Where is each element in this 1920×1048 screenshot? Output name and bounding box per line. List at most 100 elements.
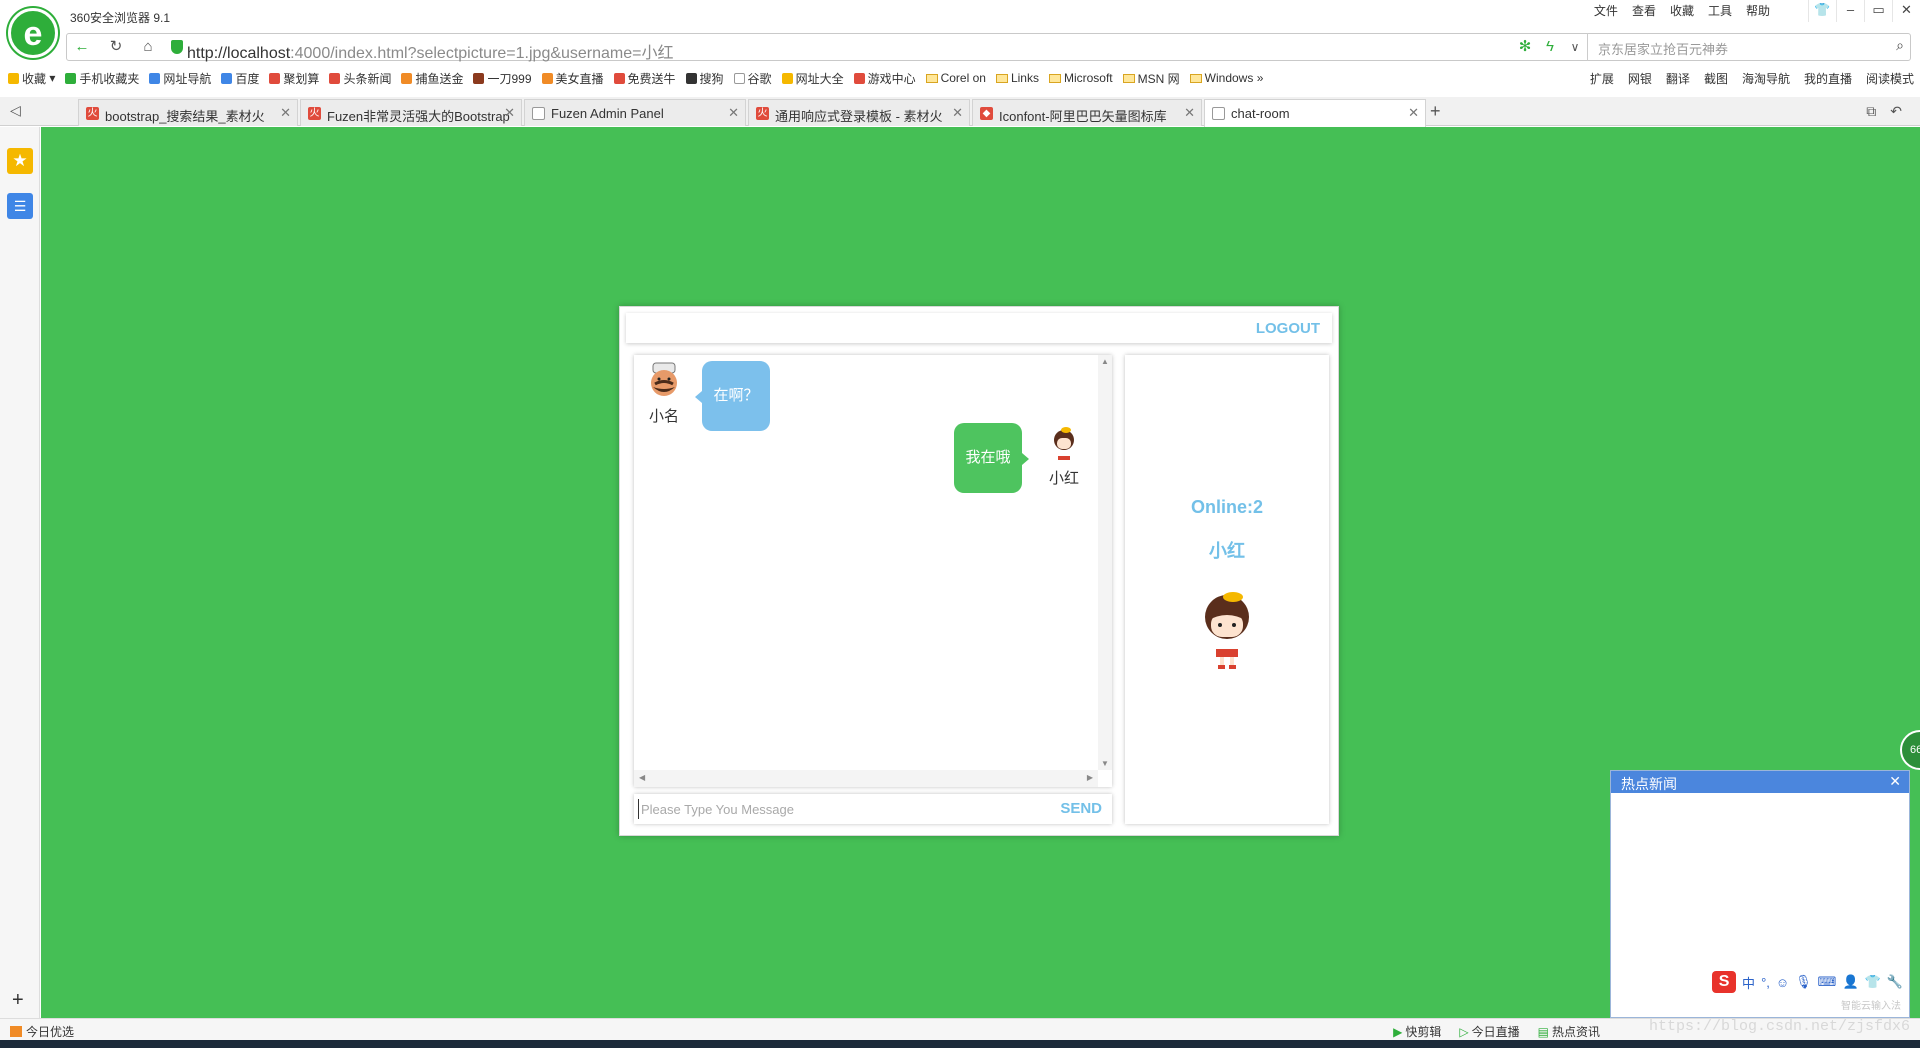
bookmark-item[interactable]: 游戏中心 [853, 70, 916, 87]
gift-icon [10, 1026, 22, 1037]
minimize-button[interactable]: – [1836, 0, 1864, 22]
close-window-button[interactable]: ✕ [1892, 0, 1920, 22]
tab-login-template[interactable]: 火通用响应式登录模板 - 素材火 ✕ [748, 99, 970, 126]
menu-file[interactable]: 文件 [1594, 4, 1618, 18]
bookmark-folder[interactable]: Links [995, 71, 1039, 85]
sender-name: 小红 [1048, 470, 1079, 487]
bank-button[interactable]: 网银 [1628, 70, 1652, 87]
url-field[interactable]: http://localhost:4000/index.html?selectp… [187, 39, 674, 63]
back-icon[interactable]: ← [71, 37, 93, 57]
skin-icon[interactable]: 👕 [1808, 0, 1836, 22]
hot-news-button[interactable]: ▤ 热点资讯 [1538, 1023, 1600, 1040]
scroll-up-icon[interactable]: ▲ [1101, 357, 1109, 366]
browser-logo-icon[interactable]: e [8, 8, 58, 58]
tab-iconfont[interactable]: ◆ Iconfont-阿里巴巴矢量图标库 ✕ [972, 99, 1202, 126]
bookmark-item[interactable]: 头条新闻 [329, 70, 391, 87]
scroll-left-icon[interactable]: ◀ [639, 773, 645, 782]
tab-close-icon[interactable]: ✕ [728, 105, 739, 121]
logout-button[interactable]: LOGOUT [1256, 320, 1320, 337]
emoji-icon[interactable]: ☺ [1776, 975, 1789, 990]
extensions-button[interactable]: 扩展 [1590, 70, 1614, 87]
bookmark-item[interactable]: 聚划算 [269, 70, 319, 87]
bookmark-folder[interactable]: Corel on [925, 71, 986, 85]
keyboard-icon[interactable]: ⌨ [1818, 974, 1837, 990]
bookmark-item[interactable]: 网址大全 [781, 70, 844, 87]
message-bubble: 在啊？ [695, 361, 770, 431]
bookmark-item[interactable]: 美女直播 [541, 70, 604, 87]
shopping-nav-button[interactable]: 海淘导航 [1742, 70, 1790, 87]
current-username: 小红 [1209, 541, 1245, 561]
chevron-down-icon[interactable]: ∨ [1564, 37, 1586, 57]
bookmark-item[interactable]: 百度 [221, 70, 259, 87]
home-icon[interactable]: ⌂ [137, 37, 159, 57]
status-deals[interactable]: 今日优选 [10, 1023, 74, 1040]
favicon-icon: 火 [308, 107, 321, 120]
bookmark-folder[interactable]: MSN 网 [1122, 70, 1180, 87]
bookmark-folder[interactable]: Microsoft [1048, 71, 1113, 85]
bookmark-item[interactable]: 免费送牛 [613, 70, 676, 87]
menu-favorites[interactable]: 收藏 [1670, 4, 1694, 18]
message-composer: SEND [634, 794, 1112, 824]
punctuation-icon[interactable]: °, [1761, 975, 1770, 990]
user-icon[interactable]: 👤 [1842, 974, 1858, 990]
reading-list-icon[interactable]: ☰ [7, 193, 33, 219]
maximize-button[interactable]: ▭ [1864, 0, 1892, 22]
undo-close-icon[interactable]: ↶ [1890, 103, 1902, 120]
lightning-icon[interactable]: ϟ [1539, 37, 1561, 57]
menu-tools[interactable]: 工具 [1708, 4, 1732, 18]
scroll-right-icon[interactable]: ▶ [1087, 773, 1093, 782]
vertical-scrollbar[interactable]: ▲ ▼ [1098, 355, 1112, 770]
favorites-star-icon[interactable]: ★ [7, 148, 33, 174]
tab-chat-room[interactable]: chat-room ✕ [1204, 99, 1426, 127]
bookmark-item[interactable]: 手机收藏夹 [65, 70, 139, 87]
tab-close-icon[interactable]: ✕ [952, 105, 963, 121]
close-icon[interactable]: ✕ [1889, 773, 1901, 790]
bookmark-item[interactable]: 搜狗 [685, 70, 724, 87]
new-tab-icon[interactable]: + [1430, 101, 1441, 122]
menu-view[interactable]: 查看 [1632, 4, 1656, 18]
speed-icon[interactable]: ✻ [1514, 37, 1536, 57]
scroll-down-icon[interactable]: ▼ [1101, 759, 1109, 768]
message-input[interactable] [638, 799, 1038, 819]
bookmark-folder[interactable]: Windows » [1189, 71, 1263, 85]
horizontal-scrollbar[interactable]: ◀ ▶ [634, 770, 1098, 787]
reading-mode-button[interactable]: 阅读模式 [1866, 70, 1914, 87]
translate-button[interactable]: 翻译 [1666, 70, 1690, 87]
bookmark-item[interactable]: 网址导航 [149, 70, 211, 87]
message-list[interactable]: 小名 在啊？ 我在哦 小红 ▲ ▼ ◀ ▶ [634, 355, 1112, 787]
tab-fuzen-admin[interactable]: Fuzen Admin Panel ✕ [524, 99, 746, 126]
skin-icon[interactable]: 👕 [1865, 974, 1881, 990]
tab-close-icon[interactable]: ✕ [1184, 105, 1195, 121]
page-icon [532, 107, 545, 120]
tab-close-icon[interactable]: ✕ [504, 105, 515, 121]
add-sidebar-icon[interactable]: + [12, 989, 24, 1012]
bookmark-item[interactable]: 捕鱼送金 [401, 70, 463, 87]
restore-tab-icon[interactable]: ⧉ [1866, 103, 1876, 120]
live-button[interactable]: 我的直播 [1804, 70, 1852, 87]
tab-close-icon[interactable]: ✕ [280, 105, 291, 121]
online-users-panel: Online:2 小红 [1125, 355, 1329, 824]
refresh-icon[interactable]: ↻ [105, 37, 127, 57]
tab-close-icon[interactable]: ✕ [1408, 105, 1419, 121]
wrench-icon[interactable]: 🔧 [1887, 974, 1903, 990]
microphone-icon[interactable]: 🎙 [1795, 974, 1812, 990]
bookmark-item[interactable]: 收藏 ▾ [8, 70, 55, 87]
menu-help[interactable]: 帮助 [1746, 4, 1770, 18]
live-today-button[interactable]: ▷ 今日直播 [1459, 1023, 1519, 1040]
sogou-ime-icon[interactable]: S [1712, 971, 1737, 993]
tab-fuzen-bootstrap[interactable]: 火 Fuzen非常灵活强大的Bootstrap ✕ [300, 99, 522, 126]
tab-scroll-left-icon[interactable]: ◁ [10, 102, 21, 119]
bookmark-item[interactable]: 一刀999 [473, 70, 532, 87]
ime-mode[interactable]: 中 [1742, 973, 1755, 992]
search-box[interactable]: 京东居家立抢百元神券 ⌕ [1587, 33, 1912, 61]
play-icon: ▷ [1459, 1025, 1469, 1039]
floating-badge[interactable]: 66 [1900, 730, 1920, 770]
search-icon[interactable]: ⌕ [1896, 37, 1904, 54]
avatar-girl-icon [1205, 592, 1249, 669]
screenshot-button[interactable]: 截图 [1704, 70, 1728, 87]
search-placeholder: 京东居家立抢百元神券 [1598, 42, 1729, 57]
quick-edit-button[interactable]: ▶ 快剪辑 [1393, 1023, 1441, 1040]
tab-bootstrap-search[interactable]: 火 bootstrap_搜索结果_素材火 ✕ [78, 99, 298, 126]
bookmark-item[interactable]: 谷歌 [733, 70, 772, 87]
send-button[interactable]: SEND [1060, 800, 1102, 817]
